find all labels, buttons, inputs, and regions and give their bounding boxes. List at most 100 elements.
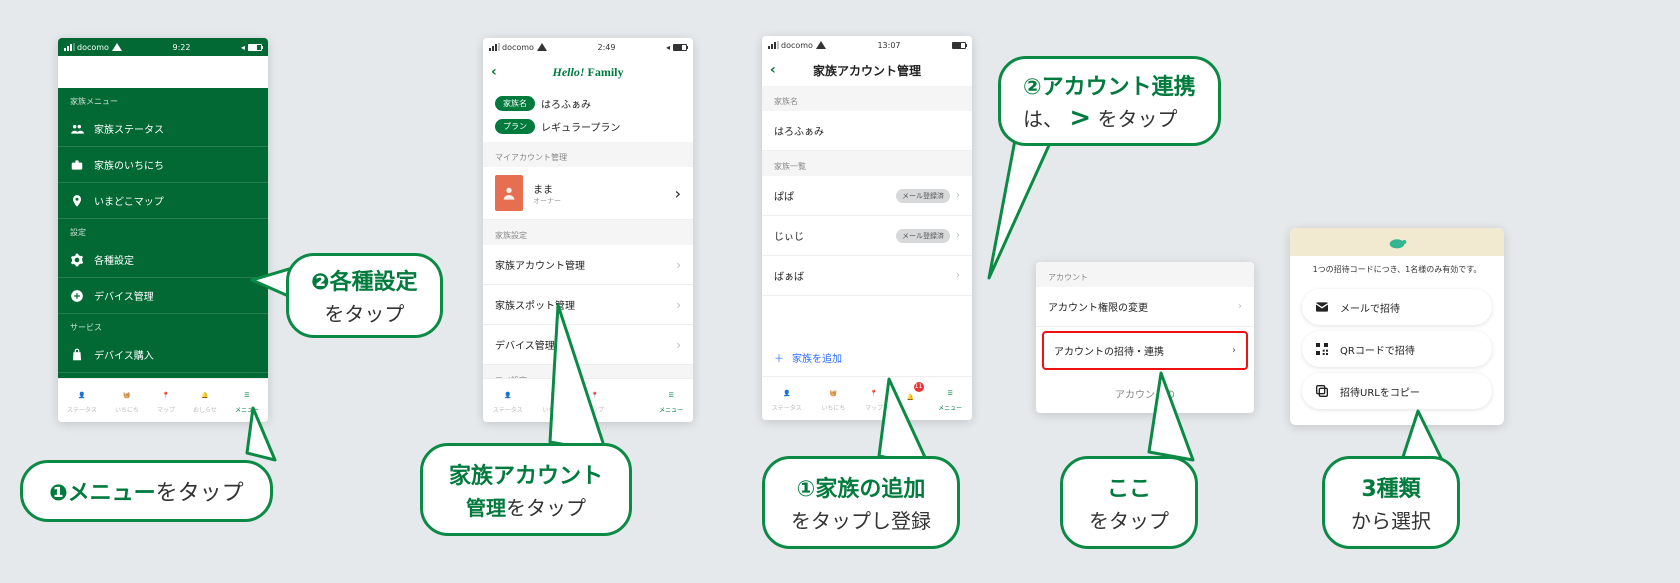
row-label: デバイス管理 <box>495 337 555 352</box>
row-family-account-mgmt[interactable]: 家族アカウント管理 › <box>483 245 693 285</box>
chevron-right-icon: › <box>1232 345 1236 356</box>
add-family-button[interactable]: ＋ 家族を追加 <box>762 336 972 376</box>
plus-circle-icon <box>70 289 84 303</box>
invite-option-label: 招待URLをコピー <box>1340 384 1420 399</box>
row-label: 家族アカウント管理 <box>495 257 585 272</box>
carrier-label: docomo <box>502 43 534 52</box>
tab-ichinichi[interactable]: 🧺いちにち <box>821 385 845 412</box>
tab-menu[interactable]: ☰ メニュー <box>235 387 259 414</box>
menu-item-imadoko[interactable]: いまどこマップ <box>58 183 268 219</box>
callout-sub: をタップし登録 <box>791 505 931 534</box>
bag-icon <box>70 348 84 362</box>
briefcase-icon <box>70 158 84 172</box>
menu-icon: ☰ <box>239 387 255 403</box>
briefcase-icon: 🧺 <box>119 387 135 403</box>
callout-suffix: をタップ <box>1098 107 1178 131</box>
tab-notice[interactable]: 🔔 おしらせ <box>193 387 217 414</box>
member-row-jiji[interactable]: じぃじ メール登録済 › <box>762 216 972 256</box>
tab-menu[interactable]: ☰メニュー <box>659 387 683 414</box>
app-header: ‹ 家族アカウント管理 <box>762 54 972 86</box>
tab-map[interactable]: 📍マップ <box>865 385 883 412</box>
tab-map[interactable]: 📍 マップ <box>157 387 175 414</box>
callout-3: 家族アカウント 管理をタップ <box>420 443 632 536</box>
row-plan: プラン レギュラープラン <box>483 119 693 142</box>
owner-role: オーナー <box>533 196 665 206</box>
tab-status[interactable]: 👤ステータス <box>772 385 802 412</box>
menu-item-label: 家族のいちにち <box>94 157 164 172</box>
row-device-mgmt[interactable]: デバイス管理 › <box>483 325 693 365</box>
chevron-right-icon: › <box>675 184 681 203</box>
signal-bars-icon <box>64 43 74 51</box>
row-invite-link-highlighted[interactable]: アカウントの招待・連携 › <box>1042 331 1248 370</box>
invite-option-label: メールで招待 <box>1340 300 1400 315</box>
menu-item-device-mgmt[interactable]: デバイス管理 <box>58 278 268 314</box>
section-label-service: サービス <box>58 314 268 337</box>
signal-bars-icon <box>489 43 499 51</box>
row-change-permission[interactable]: アカウント権限の変更 › <box>1036 287 1254 327</box>
row-label: アカウントの招待・連携 <box>1054 343 1164 358</box>
callout-line1: 家族アカウント <box>449 464 603 489</box>
menu-item-label: いまどこマップ <box>94 193 164 208</box>
callout-4: ①家族の追加 をタップし登録 <box>762 456 960 549</box>
status-time: 13:07 <box>877 41 900 50</box>
owner-card[interactable]: まま オーナー › <box>483 167 693 220</box>
section-family-settings: 家族設定 <box>483 220 693 245</box>
menu-item-device-buy[interactable]: デバイス購入 <box>58 337 268 373</box>
menu-item-settings[interactable]: 各種設定 <box>58 242 268 278</box>
invite-option-copy[interactable]: 招待URLをコピー <box>1302 373 1492 409</box>
callout-sub: から選択 <box>1351 505 1431 534</box>
label-family-list: 家族一覧 <box>762 151 972 176</box>
callout-line2b: をタップ <box>506 496 586 520</box>
callout-bold: ❶メニュー <box>49 481 156 506</box>
invite-option-mail[interactable]: メールで招待 <box>1302 289 1492 325</box>
mail-icon <box>1314 299 1330 315</box>
callout-bold: ①家族の追加 <box>797 477 926 502</box>
menu-icon: ☰ <box>663 387 679 403</box>
menu-item-label: デバイス購入 <box>94 347 154 362</box>
bell-icon: 🔔 <box>903 390 919 406</box>
fragment-account-section: アカウント アカウント権限の変更 › アカウントの招待・連携 › アカウントの <box>1036 262 1254 413</box>
tab-ichinichi[interactable]: 🧺いちにち <box>542 387 566 414</box>
tab-ichinichi[interactable]: 🧺 いちにち <box>115 387 139 414</box>
tab-notice[interactable]: 🔔11 <box>903 390 919 408</box>
family-name-value: はろふぁみ <box>774 123 824 138</box>
callout-sub: をタップ <box>1089 505 1169 534</box>
tab-status[interactable]: 👤ステータス <box>493 387 523 414</box>
callout-2: ❷各種設定 をタップ <box>286 253 443 338</box>
invite-topstrip <box>1290 228 1504 256</box>
invite-option-qr[interactable]: QRコードで招待 <box>1302 331 1492 367</box>
row-family-spot-mgmt[interactable]: 家族スポット管理 › <box>483 285 693 325</box>
member-name: じぃじ <box>774 228 804 243</box>
callout-5: ②アカウント連携 は、 > をタップ <box>998 56 1221 146</box>
tab-menu[interactable]: ☰メニュー <box>938 385 962 412</box>
row-label: アカウントの <box>1115 386 1175 401</box>
callout-prefix: は、 <box>1023 107 1063 131</box>
notice-badge: 11 <box>914 382 924 392</box>
back-button[interactable]: ‹ <box>770 62 776 78</box>
callout-6: ここ をタップ <box>1060 456 1198 549</box>
menu-item-ichinichi[interactable]: 家族のいちにち <box>58 147 268 183</box>
callout-bold: ❷各種設定 <box>311 270 418 295</box>
status-badge: メール登録済 <box>896 189 950 203</box>
back-button[interactable]: ‹ <box>491 64 497 80</box>
chevron-right-icon: › <box>956 230 960 241</box>
callout-line2a: 管理 <box>466 496 506 520</box>
page-title: 家族アカウント管理 <box>813 62 921 79</box>
invite-caption: 1つの招待コードにつき、1名様のみ有効です。 <box>1290 256 1504 283</box>
row-family-name: 家族名 はろふぁみ <box>483 88 693 119</box>
carrier-label: docomo <box>77 43 109 52</box>
bell-icon: 🔔 <box>197 387 213 403</box>
tab-blank[interactable] <box>624 392 640 410</box>
chevron-right-icon: > <box>1069 103 1091 133</box>
tab-map[interactable]: 📍マップ <box>586 387 604 414</box>
chevron-right-icon: › <box>676 338 681 352</box>
section-label-family: 家族メニュー <box>58 88 268 111</box>
chevron-right-icon: › <box>676 258 681 272</box>
section-label-settings: 設定 <box>58 219 268 242</box>
battery-icon <box>952 42 966 49</box>
member-row-papa[interactable]: ぱぱ メール登録済 › <box>762 176 972 216</box>
member-row-baba[interactable]: ばぁば › <box>762 256 972 296</box>
menu-item-family-status[interactable]: 家族ステータス <box>58 111 268 147</box>
wifi-icon <box>816 41 826 49</box>
tab-status[interactable]: 👤 ステータス <box>67 387 97 414</box>
